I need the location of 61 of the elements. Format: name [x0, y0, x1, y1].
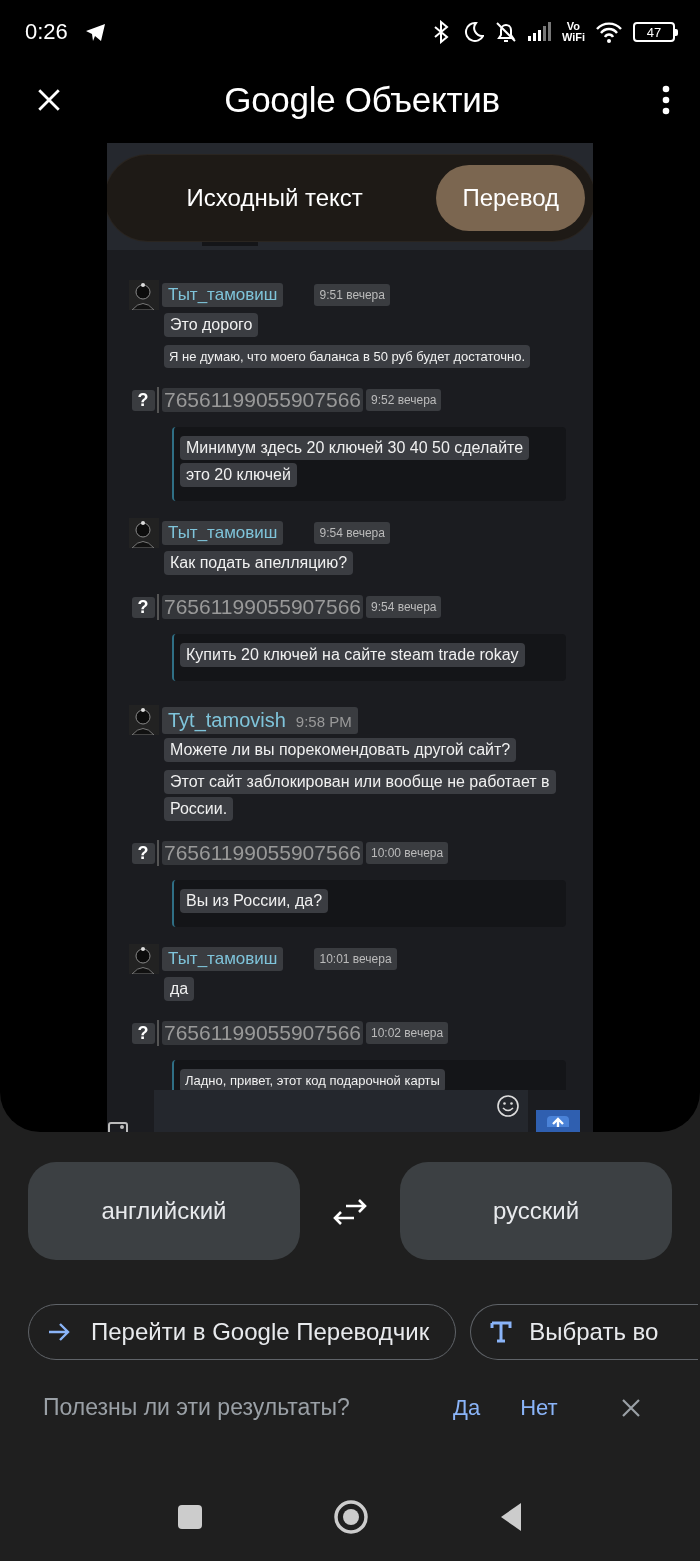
- avatar-icon: [129, 705, 159, 735]
- author-name: 76561199055907566: [162, 388, 363, 412]
- muted-bell-icon: [493, 20, 518, 44]
- message-time: 9:54 вечера: [314, 522, 390, 544]
- recents-square-icon[interactable]: [177, 1504, 203, 1530]
- source-language-button[interactable]: английский: [28, 1162, 300, 1260]
- message-input[interactable]: [154, 1090, 528, 1132]
- message-text: Купить 20 ключей на сайте steam trade rokay: [180, 643, 525, 667]
- message-text: Я не думаю, что моего баланса в 50 руб будет достаточно.: [164, 345, 531, 368]
- author-name: Тыт_тамовиш: [162, 283, 284, 307]
- message-text: Ладно, привет, этот код подарочной карты: [180, 1069, 445, 1090]
- no-link[interactable]: Нет: [520, 1394, 558, 1421]
- signal-icon: [527, 21, 552, 43]
- author-name: Tyt_tamovish 9:58 PM: [162, 706, 358, 734]
- question-mark-icon: ?: [131, 1022, 155, 1044]
- message-text: Вы из России, да?: [180, 889, 329, 913]
- author-name: Тыт_тамовиш: [162, 947, 284, 971]
- author-name: 76561199055907566: [162, 841, 363, 865]
- avatar-icon: [129, 280, 159, 310]
- text-t-icon: [489, 1320, 514, 1344]
- more-options-icon[interactable]: [662, 85, 670, 115]
- avatar-icon: [129, 944, 159, 974]
- message-time: 9:51 вечера: [314, 284, 390, 306]
- swap-arrows-icon[interactable]: [332, 1196, 368, 1226]
- message-text: Минимум здесь 20 ключей 30 40 50 сделайте: [180, 436, 530, 460]
- yes-link[interactable]: Да: [453, 1394, 481, 1421]
- message-text: Как подать апелляцию?: [164, 551, 354, 575]
- question-mark-icon: ?: [131, 842, 155, 864]
- message-text: Этот сайт заблокирован или вообще не работает в: [164, 770, 556, 794]
- message-time: 10:00 вечера: [366, 842, 449, 864]
- author-name: 76561199055907566: [162, 595, 363, 619]
- author-name: 76561199055907566: [162, 1021, 363, 1045]
- message-time: 9:52 вечера: [366, 389, 442, 411]
- mode-tab[interactable]: Исходный текст: [123, 165, 427, 231]
- back-triangle-icon[interactable]: [499, 1501, 523, 1533]
- message-text: да: [164, 977, 195, 1001]
- target-language-button[interactable]: русский: [400, 1162, 672, 1260]
- smiley-icon: [496, 1094, 520, 1118]
- message-time: 10:01 вечера: [314, 948, 397, 970]
- wifi-icon: [595, 21, 623, 43]
- message-text: это 20 ключей: [180, 463, 297, 487]
- feedback-question: Полезны ли эти результаты?: [43, 1394, 351, 1421]
- send-button[interactable]: [536, 1110, 580, 1132]
- close-icon[interactable]: [36, 87, 62, 113]
- mode-tab[interactable]: Перевод: [436, 165, 585, 231]
- question-mark-icon: ?: [131, 596, 155, 618]
- home-circle-icon[interactable]: [333, 1499, 369, 1535]
- message-time: 10:02 вечера: [366, 1022, 449, 1044]
- image-icon: [107, 1121, 129, 1132]
- clock-time: 0:26: [25, 19, 68, 45]
- vowifi-label: Vo WiFi: [561, 21, 585, 43]
- app-title: Google Объектив: [223, 80, 501, 120]
- close-icon[interactable]: [619, 1396, 642, 1419]
- message-text: России.: [164, 797, 234, 821]
- avatar-icon: [129, 518, 159, 548]
- message-time: 9:54 вечера: [366, 596, 442, 618]
- battery-icon: 47: [633, 22, 678, 42]
- message-text: Это дорого: [164, 313, 259, 337]
- author-name: Тыт_тамовиш: [162, 521, 284, 545]
- message-text: Можете ли вы порекомендовать другой сайт?: [164, 738, 517, 762]
- question-mark-icon: ?: [131, 389, 155, 411]
